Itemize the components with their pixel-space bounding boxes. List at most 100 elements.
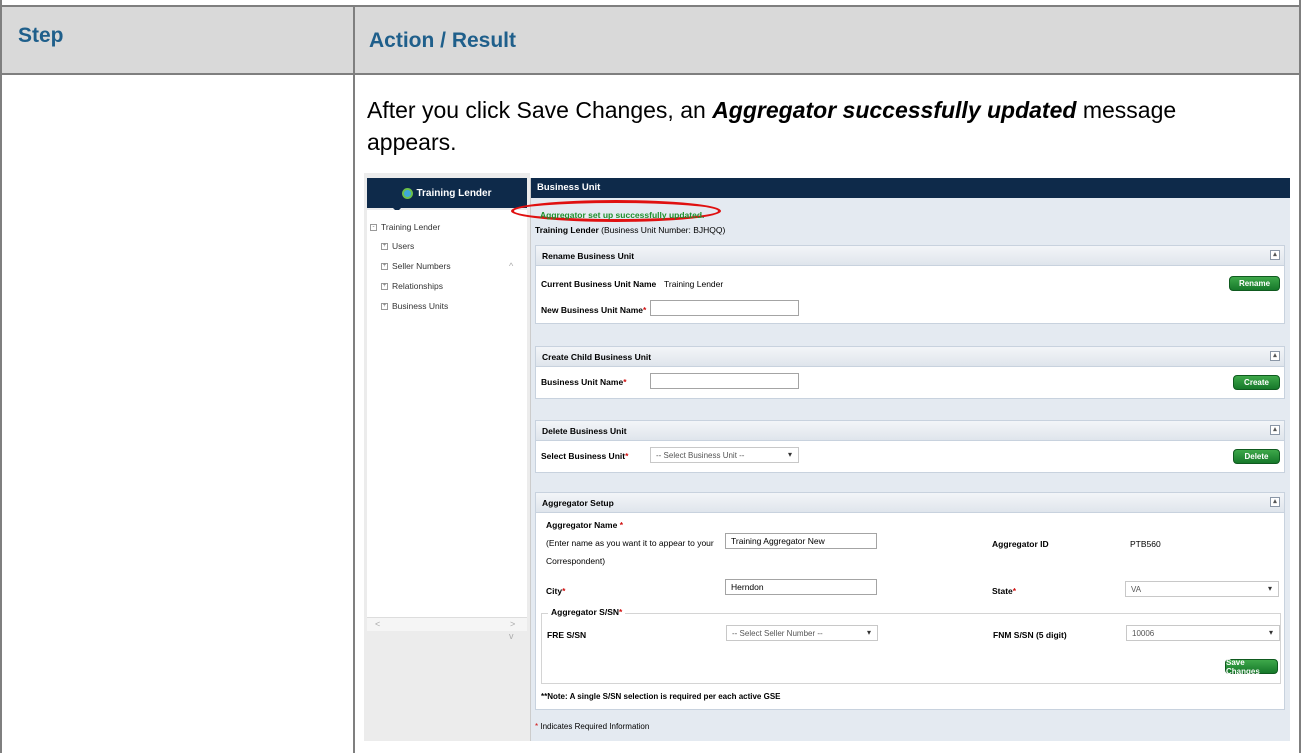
new-name-label: New Business Unit Name* [541, 305, 646, 315]
expand-icon[interactable]: + [381, 282, 388, 290]
instruction-text: After you click Save Changes, an Aggrega… [367, 94, 1267, 158]
nav-tree: - Training Lender + Users + Seller Numbe… [367, 210, 527, 641]
aggregator-name-label-text: Aggregator Name [546, 520, 618, 530]
aggregator-id-value: PTB560 [1130, 539, 1161, 549]
current-name-value: Training Lender [664, 279, 724, 289]
rename-panel: Rename Business Unit ▴ Current Business … [535, 245, 1285, 324]
fre-ssn-value: -- Select Seller Number -- [732, 629, 823, 638]
collapse-icon[interactable]: ▴ [1270, 351, 1280, 361]
business-unit-info: Training Lender (Business Unit Number: B… [535, 225, 725, 235]
intro-pre: After you click Save Changes, an [367, 97, 713, 123]
expand-icon[interactable]: + [381, 302, 388, 310]
required-info: * Indicates Required Information [535, 722, 649, 731]
current-name-label: Current Business Unit Name [541, 279, 657, 289]
scroll-left-icon[interactable]: < [375, 619, 380, 629]
table-border-left [0, 5, 2, 753]
collapse-icon[interactable]: - [370, 223, 377, 231]
table-border-top [0, 5, 1301, 7]
state-label-text: State [992, 586, 1013, 596]
expand-icon[interactable]: + [381, 262, 388, 270]
app-screenshot: Training Lender - Training Lender + User… [364, 173, 1290, 741]
collapse-icon[interactable]: ▴ [1270, 250, 1280, 260]
business-unit-name: Training Lender [535, 225, 599, 235]
nav-horizontal-scrollbar[interactable]: < > [367, 617, 527, 631]
create-panel-title: Create Child Business Unit [542, 352, 652, 362]
business-unit-number: (Business Unit Number: BJHQQ) [598, 225, 726, 235]
required-mark: * [619, 520, 624, 530]
rename-panel-title: Rename Business Unit [542, 251, 635, 261]
header-action-result: Action / Result [369, 29, 517, 52]
select-bu-value: -- Select Business Unit -- [656, 451, 745, 460]
delete-button[interactable]: Delete [1233, 449, 1280, 464]
required-info-text: Indicates Required Information [540, 722, 650, 731]
aggregator-ssn-group: Aggregator S/SN* FRE S/SN -- Select Sell… [541, 607, 1281, 684]
collapse-icon[interactable]: ▴ [1270, 497, 1280, 507]
child-name-label-text: Business Unit Name [541, 377, 624, 387]
city-label-text: City [546, 586, 563, 596]
intro-bold: Aggregator successfully updated [712, 97, 1077, 123]
scroll-down-icon[interactable]: v [509, 631, 514, 641]
fre-ssn-label: FRE S/SN [547, 630, 587, 640]
create-button[interactable]: Create [1233, 375, 1280, 390]
save-changes-button[interactable]: Save Changes [1225, 658, 1278, 676]
main-title: Business Unit [531, 178, 1290, 198]
chevron-down-icon: ▾ [1268, 628, 1273, 637]
chevron-down-icon: ▾ [866, 628, 871, 637]
aggregator-name-input[interactable]: Training Aggregator New [725, 533, 877, 549]
select-bu-label-text: Select Business Unit [541, 451, 626, 461]
fre-ssn-dropdown[interactable]: -- Select Seller Number -- ▾ [726, 625, 878, 641]
expand-icon[interactable]: + [381, 242, 388, 250]
scroll-up-icon[interactable]: ^ [509, 261, 513, 271]
rename-button[interactable]: Rename [1229, 276, 1280, 291]
tree-item-seller-numbers[interactable]: + Seller Numbers [381, 261, 451, 271]
city-input[interactable]: Herndon [725, 579, 877, 595]
tree-item-label: Seller Numbers [392, 261, 451, 271]
table-border-middle [353, 5, 355, 753]
select-bu-dropdown[interactable]: -- Select Business Unit -- ▾ [650, 447, 799, 463]
new-name-input[interactable] [650, 300, 799, 316]
required-mark: * [625, 451, 629, 461]
nav-panel: Training Lender - Training Lender + User… [364, 173, 530, 741]
create-panel: Create Child Business Unit ▴ Business Un… [535, 346, 1285, 399]
rename-panel-header: Rename Business Unit ▴ [536, 246, 1284, 266]
nav-title-bar[interactable]: Training Lender [367, 178, 527, 208]
aggregator-name-hint-2: Correspondent) [546, 556, 606, 566]
nav-title: Training Lender [416, 187, 492, 199]
scroll-right-icon[interactable]: > [510, 619, 515, 629]
state-label: State* [992, 586, 1016, 596]
tree-item-label: Business Units [392, 301, 449, 311]
fnm-ssn-dropdown[interactable]: 10006 ▾ [1126, 625, 1280, 641]
tree-item-label: Users [392, 241, 415, 251]
required-mark: * [562, 586, 566, 596]
tree-item-label: Relationships [392, 281, 444, 291]
state-dropdown[interactable]: VA ▾ [1125, 581, 1279, 597]
required-mark: * [1012, 586, 1017, 596]
collapse-icon[interactable]: ▴ [1270, 425, 1280, 435]
gse-note: **Note: A single S/SN selection is requi… [541, 692, 781, 701]
tree-item-users[interactable]: + Users [381, 241, 414, 251]
main-body: Aggregator set up successfully updated. … [511, 198, 1290, 741]
required-mark: * [643, 305, 647, 315]
table-border-stub-left [0, 0, 2, 5]
ssn-legend-text: Aggregator S/SN [551, 607, 620, 617]
tree-item-relationships[interactable]: + Relationships [381, 281, 443, 291]
delete-panel-header: Delete Business Unit ▴ [536, 421, 1284, 441]
table-border-header [0, 73, 1301, 75]
header-step: Step [18, 24, 64, 47]
lender-logo-icon [402, 187, 414, 199]
delete-panel-title: Delete Business Unit [542, 426, 627, 436]
city-label: City* [546, 586, 565, 596]
main-content: Business Unit Aggregator set up successf… [511, 178, 1290, 741]
child-name-input[interactable] [650, 373, 799, 389]
chevron-down-icon: ▾ [787, 450, 792, 459]
fnm-ssn-value: 10006 [1132, 629, 1155, 638]
tree-item-root[interactable]: - Training Lender [370, 222, 440, 232]
new-name-label-text: New Business Unit Name [541, 305, 644, 315]
aggregator-panel-title: Aggregator Setup [542, 498, 614, 508]
fnm-ssn-label: FNM S/SN (5 digit) [993, 630, 1067, 640]
tree-item-business-units[interactable]: + Business Units [381, 301, 448, 311]
child-name-label: Business Unit Name* [541, 377, 627, 387]
aggregator-id-label: Aggregator ID [992, 539, 1049, 549]
select-bu-label: Select Business Unit* [541, 451, 628, 461]
aggregator-panel: Aggregator Setup ▴ Aggregator Name * (En… [535, 492, 1285, 710]
